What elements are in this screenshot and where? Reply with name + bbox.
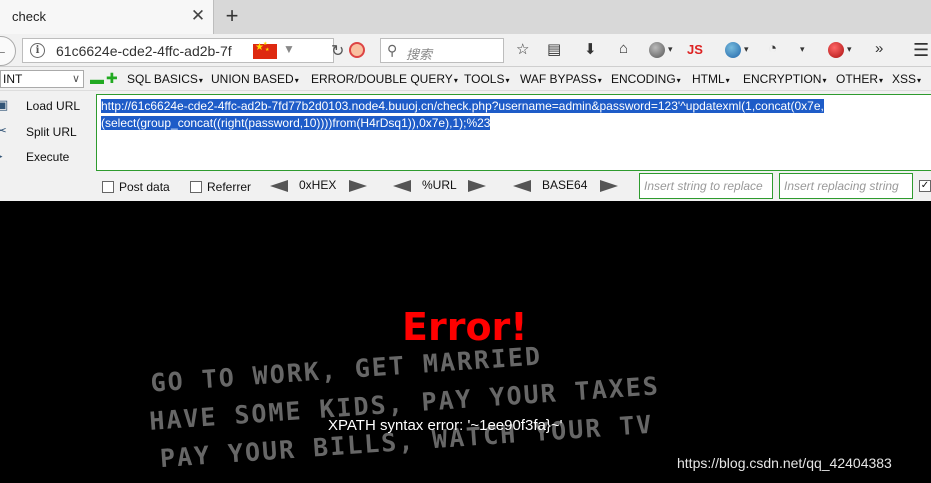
menu-waf-bypass[interactable]: WAF BYPASS — [520, 72, 602, 86]
close-tab-icon[interactable]: ✕ — [188, 6, 208, 26]
tab-check[interactable]: check ✕ — [0, 0, 214, 34]
split-url-label: Split URL — [26, 125, 77, 139]
replace-checkbox[interactable]: ✓ — [919, 180, 931, 192]
globe-icon[interactable] — [649, 42, 665, 58]
back-arrow-icon[interactable]: ← — [0, 36, 16, 66]
chevron-down-icon[interactable]: ▾ — [847, 44, 852, 55]
referrer-label: Referrer — [207, 180, 252, 194]
tab-strip: check ✕ + — [0, 0, 931, 34]
int-select-value: INT — [3, 72, 23, 86]
url-text[interactable]: 61c6624e-cde2-4ffc-ad2b-7f — [56, 43, 246, 59]
url-decode-arrow-icon[interactable] — [393, 180, 411, 192]
query-line-2: (select(group_concat((right(password,10)… — [101, 116, 491, 130]
load-url-icon: ▣ — [0, 97, 9, 112]
chevron-down-icon[interactable]: ▾ — [800, 44, 805, 55]
menu-xss[interactable]: XSS — [892, 72, 921, 86]
hex-decode-arrow-icon[interactable] — [270, 180, 288, 192]
hackbar-icon[interactable] — [828, 42, 844, 58]
checkbox-icon — [102, 181, 114, 193]
url-encode-arrow-icon[interactable] — [468, 180, 486, 192]
menu-encryption[interactable]: ENCRYPTION — [743, 72, 826, 86]
menu-sql-basics[interactable]: SQL BASICS — [127, 72, 203, 86]
post-data-label: Post data — [119, 180, 170, 194]
js-icon[interactable]: JS — [687, 42, 703, 57]
load-url-label: Load URL — [26, 99, 81, 113]
menu-encoding[interactable]: ENCODING — [611, 72, 681, 86]
menu-html[interactable]: HTML — [692, 72, 730, 86]
plus-icon[interactable]: ✚ — [106, 70, 118, 87]
overflow-icon[interactable]: » — [875, 40, 883, 57]
split-url-icon: ✂ — [0, 123, 7, 138]
menu-other[interactable]: OTHER — [836, 72, 883, 86]
chevron-down-icon: ∨ — [71, 73, 80, 85]
address-bar[interactable]: i 61c6624e-cde2-4ffc-ad2b-7f ★ ★ ★ ▼ ↻ — [22, 38, 344, 63]
chevron-down-icon[interactable]: ▾ — [744, 44, 749, 55]
url-textarea[interactable]: http://61c6624e-cde2-4ffc-ad2b-7fd77b2d0… — [96, 94, 931, 171]
chevron-down-icon[interactable]: ▼ — [283, 42, 295, 56]
search-box[interactable]: ⚲ 搜索 — [380, 38, 504, 63]
hackbar-panel: ▣ Load URL ✂ Split URL ▸ Execute http://… — [0, 91, 931, 201]
hex-label: 0xHEX — [299, 178, 337, 192]
base64-encode-arrow-icon[interactable] — [600, 180, 618, 192]
watermark: https://blog.csdn.net/qq_42404383 — [677, 455, 892, 471]
post-data-checkbox[interactable]: Post data — [102, 180, 170, 194]
menu-error-double-query[interactable]: ERROR/DOUBLE QUERY — [311, 72, 458, 86]
hamburger-menu-icon[interactable]: ☰ — [913, 40, 929, 61]
home-icon[interactable]: ⌂ — [619, 40, 628, 57]
bookmark-star-icon[interactable]: ☆ — [516, 40, 529, 58]
execute-label: Execute — [26, 150, 70, 164]
extension-icon[interactable] — [725, 42, 741, 58]
search-placeholder: 搜索 — [406, 47, 433, 62]
xpath-error-message: XPATH syntax error: '~1ee90f3fa}~' — [328, 417, 563, 434]
checkbox-icon — [190, 181, 202, 193]
page-content: GO TO WORK, GET MARRIED HAVE SOME KIDS, … — [0, 201, 931, 483]
int-select[interactable]: INT ∨ — [0, 70, 84, 88]
noscript-icon[interactable] — [349, 42, 365, 58]
new-tab-icon[interactable]: + — [220, 4, 244, 28]
play-icon: ▸ — [0, 148, 12, 164]
info-icon[interactable]: i — [30, 43, 45, 58]
menu-tools[interactable]: TOOLS — [464, 72, 509, 86]
error-heading: Error! — [402, 305, 528, 349]
reading-list-icon[interactable]: ▤ — [547, 40, 561, 58]
navigation-bar: ← i 61c6624e-cde2-4ffc-ad2b-7f ★ ★ ★ ▼ ↻ ⚲… — [0, 34, 931, 67]
palette-icon[interactable]: ◔ — [768, 40, 777, 57]
hex-encode-arrow-icon[interactable] — [349, 180, 367, 192]
download-icon[interactable]: ⬇ — [584, 40, 597, 58]
tab-title: check — [12, 9, 46, 24]
referrer-checkbox[interactable]: Referrer — [190, 180, 251, 194]
hackbar-menu: INT ∨ ▬ ✚ SQL BASICS UNION BASED ERROR/D… — [0, 67, 931, 91]
menu-union-based[interactable]: UNION BASED — [211, 72, 299, 86]
chevron-down-icon[interactable]: ▾ — [668, 44, 673, 55]
replace-string-input[interactable]: Insert string to replace — [639, 173, 773, 199]
search-icon: ⚲ — [387, 42, 398, 58]
replacing-string-input[interactable]: Insert replacing string — [779, 173, 913, 199]
reload-icon[interactable]: ↻ — [331, 41, 344, 61]
base64-label: BASE64 — [542, 178, 588, 192]
china-flag-icon: ★ ★ ★ — [253, 41, 277, 59]
url-label: %URL — [422, 178, 457, 192]
minus-icon[interactable]: ▬ — [90, 71, 104, 87]
query-line-1: http://61c6624e-cde2-4ffc-ad2b-7fd77b2d0… — [101, 99, 824, 113]
background-image: GO TO WORK, GET MARRIED HAVE SOME KIDS, … — [145, 330, 660, 483]
base64-decode-arrow-icon[interactable] — [513, 180, 531, 192]
